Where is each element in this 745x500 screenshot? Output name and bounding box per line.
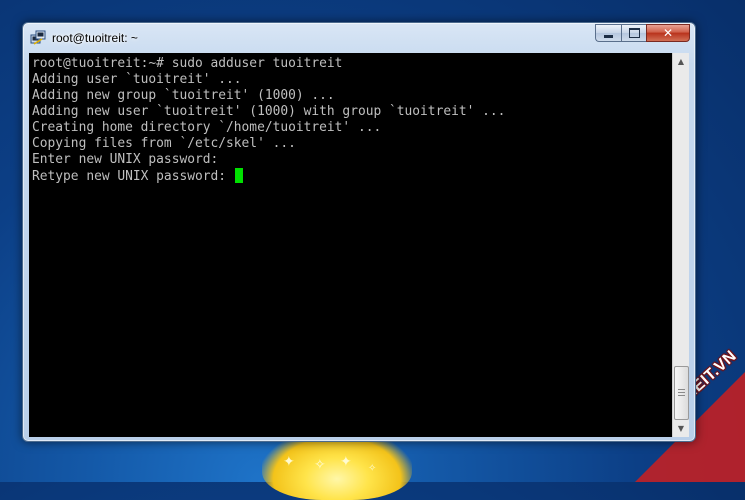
scroll-up-button[interactable]: ▲ [673, 53, 689, 70]
terminal-line: Adding new group `tuoitreit' (1000) ... [32, 88, 335, 103]
sparkle-decoration: ✧ [368, 463, 377, 474]
window-titlebar[interactable]: root@tuoitreit: ~ ✕ [23, 23, 695, 53]
maximize-button[interactable] [621, 24, 646, 42]
close-icon: ✕ [662, 26, 674, 40]
text-cursor [234, 168, 243, 183]
grip-line [678, 395, 685, 396]
terminal-line: Adding new user `tuoitreit' (1000) with … [32, 104, 506, 119]
window-title: root@tuoitreit: ~ [52, 31, 138, 45]
terminal-output[interactable]: root@tuoitreit:~# sudo adduser tuoitreit… [29, 53, 672, 437]
minimize-icon [604, 34, 613, 38]
terminal-line: Creating home directory `/home/tuoitreit… [32, 120, 382, 135]
maximize-icon [628, 28, 640, 38]
putty-icon[interactable] [30, 30, 46, 46]
grip-line [678, 392, 685, 393]
vertical-scrollbar[interactable]: ▲ ▼ [672, 53, 689, 437]
putty-window[interactable]: root@tuoitreit: ~ ✕ root@tuoitreit:~# su… [22, 22, 696, 442]
terminal-line: Adding user `tuoitreit' ... [32, 72, 242, 87]
terminal-line: root@tuoitreit:~# sudo adduser tuoitreit [32, 56, 343, 71]
arrow-down-icon: ▼ [677, 424, 685, 433]
sparkle-decoration: ✧ [314, 457, 326, 473]
arrow-up-icon: ▲ [677, 57, 685, 66]
terminal-prompt-line[interactable]: Retype new UNIX password: [32, 168, 672, 184]
terminal-line: Enter new UNIX password: [32, 152, 219, 167]
terminal-line: Retype new UNIX password: [32, 169, 234, 184]
terminal-line: Copying files from `/etc/skel' ... [32, 136, 296, 151]
minimize-button[interactable] [595, 24, 621, 42]
close-button[interactable]: ✕ [646, 24, 690, 42]
window-controls: ✕ [595, 24, 690, 42]
sparkle-decoration: ✦ [340, 454, 352, 470]
grip-line [678, 389, 685, 390]
sparkle-decoration: ✦ [283, 454, 295, 470]
scroll-down-button[interactable]: ▼ [673, 420, 689, 437]
scrollbar-thumb[interactable] [674, 366, 689, 420]
